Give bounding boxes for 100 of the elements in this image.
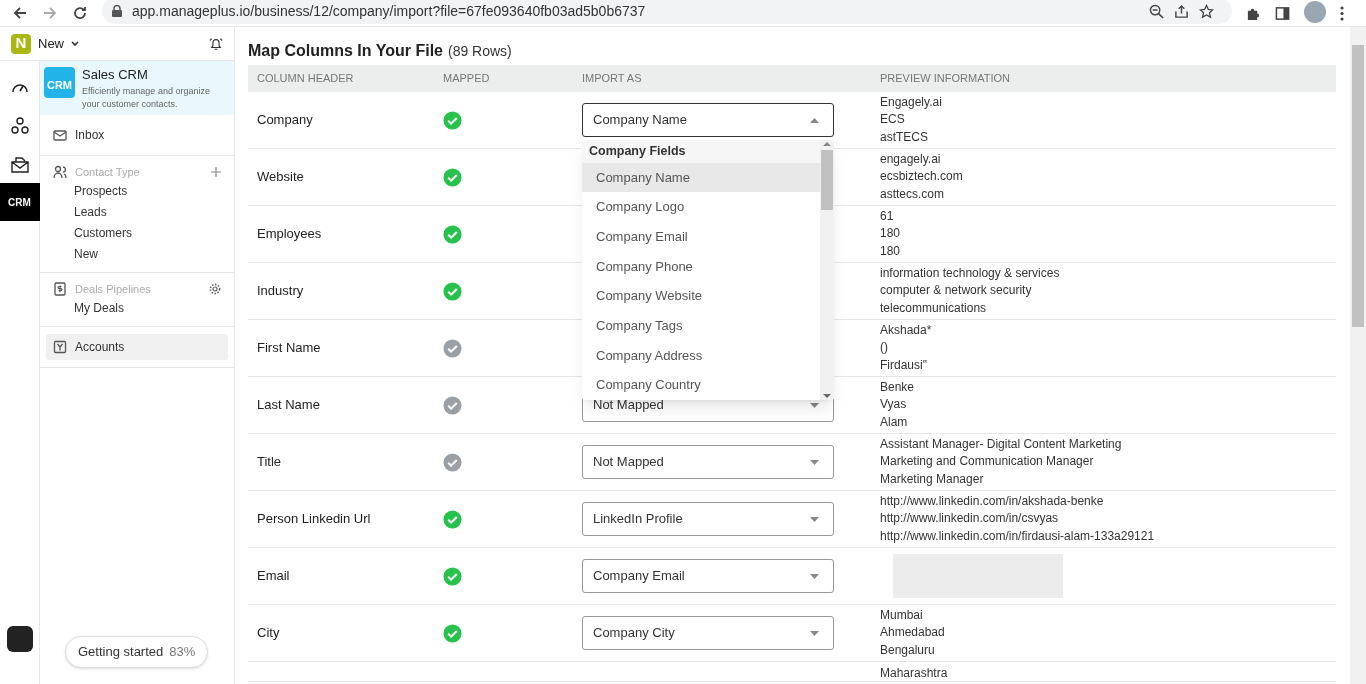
table-cell-text: Person Linkedin Url [257, 510, 372, 529]
people-icon [53, 165, 67, 179]
side-panel-icon[interactable] [1275, 5, 1290, 21]
caret-down-icon [810, 516, 819, 522]
table-cell-text: Website [257, 168, 305, 187]
section-heading: Contact Type [75, 164, 141, 180]
sidebar-item[interactable]: Accounts [46, 334, 228, 360]
table-cell-text: Mumbai [880, 606, 924, 624]
dropdown-option[interactable]: Company Phone [582, 251, 820, 282]
dropdown-option[interactable]: Company Address [582, 340, 820, 371]
table-cell-text: http://www.linkedin.com/in/csvyas [880, 510, 1060, 528]
settings-icon[interactable] [209, 283, 221, 295]
table-cell-text: () [880, 339, 889, 357]
select-field[interactable]: LinkedIn Profile [582, 502, 834, 536]
table-cell-text: Maharashtra [880, 665, 949, 682]
dropdown-option[interactable]: Company Tags [582, 310, 820, 341]
table-cell-text: computer & network security [880, 282, 1033, 300]
table-cell-text: City [257, 624, 281, 643]
select-field[interactable]: Company Email [582, 559, 834, 593]
table-cell-text: Firdausi" [880, 356, 928, 374]
table-cell-text: Bengaluru [880, 641, 936, 659]
bell-icon[interactable] [209, 36, 223, 51]
crm-label: CRM [8, 195, 31, 210]
table-cell-text: information technology & services [880, 264, 1061, 282]
table-cell-text: http://www.linkedin.com/in/firdausi-alam-133a29121 [880, 527, 1156, 545]
caret-down-icon [810, 573, 819, 579]
dropdown-option[interactable]: Company Logo [582, 192, 820, 222]
workspace-name[interactable]: New [38, 33, 64, 54]
sidebar-item[interactable]: Leads [46, 202, 107, 223]
table-cell-text: Company [257, 111, 314, 130]
rail-item[interactable]: CRM [0, 183, 40, 221]
select-field[interactable]: Company City [582, 616, 834, 650]
dropdown-option[interactable]: Company Website [582, 281, 820, 311]
select-field[interactable]: Company Name [582, 103, 834, 137]
chevron-down-icon[interactable] [71, 40, 79, 47]
dollar-document-icon [53, 282, 67, 296]
crm-logo: CRM [44, 67, 75, 98]
table-cell-text: Alam [880, 413, 909, 431]
zoom-icon[interactable] [1149, 3, 1164, 19]
progress-percent: 83% [169, 643, 196, 662]
column-header: MAPPED [443, 71, 491, 87]
table-cell-text: Benke [880, 378, 916, 396]
table-cell-text: Akshada* [880, 321, 933, 339]
dropdown-scrollbar[interactable] [820, 140, 834, 400]
page-title: Map Columns In Your File [248, 41, 443, 61]
getting-started-button[interactable]: Getting started 83% [65, 636, 209, 668]
app-description: Efficiently manage and organize your customer contacts. [82, 84, 211, 111]
table-cell-text: Last Name [257, 396, 321, 415]
address-bar[interactable]: app.manageplus.io/business/12/company/import?file=67fe093640fb03ad5b0b6737 [102, 0, 1232, 24]
table-cell-text: Marketing Manager [880, 470, 985, 488]
caret-down-icon [810, 459, 819, 465]
sidebar-item[interactable]: New [46, 244, 98, 265]
table-cell-text: astTECS [880, 128, 929, 146]
table-cell-text: Ahmedabad [880, 624, 946, 642]
caret-down-icon [810, 630, 819, 636]
sidebar-item[interactable]: Inbox [46, 122, 228, 148]
table-cell-text: Email [257, 567, 291, 586]
dropdown-option[interactable]: Company Email [582, 221, 820, 252]
sidebar-item[interactable]: Customers [46, 223, 132, 244]
app-title: Sales CRM [82, 66, 149, 84]
table-cell-text: asttecs.com [880, 185, 946, 203]
table-cell-text: 180 [880, 225, 902, 243]
letter-y-icon [53, 340, 67, 354]
network-icon [10, 117, 29, 135]
table-cell-text: http://www.linkedin.com/in/akshada-benke [880, 492, 1105, 510]
option-group-label: Company Fields [582, 140, 820, 163]
table-cell-text: First Name [257, 339, 322, 358]
table-cell-text: engagely.ai [880, 150, 942, 168]
table-cell-text: Vyas [880, 396, 908, 414]
reload-icon[interactable] [72, 5, 88, 21]
column-header: PREVIEW INFORMATION [880, 71, 1011, 87]
table-cell-text: Title [257, 453, 283, 472]
sidebar-item[interactable]: My Deals [46, 298, 124, 319]
star-icon[interactable] [1199, 3, 1214, 19]
row-count: (89 Rows) [448, 42, 512, 61]
table-cell-text: 61 [880, 207, 895, 225]
column-header: IMPORT AS [582, 71, 643, 87]
lock-icon [112, 5, 122, 17]
envelope-icon [53, 128, 67, 142]
url-text: app.manageplus.io/business/12/company/import?file=67fe093640fb03ad5b0b6737 [132, 1, 646, 21]
plus-icon[interactable] [211, 167, 221, 177]
share-icon[interactable] [1174, 3, 1189, 19]
photo-placeholder[interactable] [7, 626, 33, 652]
select-field[interactable]: Not Mapped [582, 445, 834, 479]
dropdown-option[interactable]: Company Name [582, 162, 820, 193]
table-cell-text: ECS [880, 111, 906, 129]
table-cell-text: ecsbiztech.com [880, 168, 964, 186]
back-icon[interactable] [12, 5, 28, 21]
caret-down-icon [810, 402, 819, 408]
sidebar-item[interactable]: Prospects [46, 181, 128, 202]
getting-started-label: Getting started [78, 643, 164, 662]
section-heading: Deals Pipelines [75, 281, 152, 297]
table-cell-text: Engagely.ai [880, 93, 943, 111]
app-card[interactable]: CRM Sales CRM Efficiently manage and organize your customer contacts. [40, 61, 234, 115]
menu-icon[interactable] [1340, 5, 1344, 21]
envelope-icon [10, 155, 29, 173]
scrollbar[interactable] [1350, 27, 1366, 684]
table-cell-text: Marketing and Communication Manager [880, 453, 1095, 471]
column-header: COLUMN HEADER [257, 71, 355, 87]
table-cell-text: Assistant Manager- Digital Content Marketing [880, 435, 1123, 453]
